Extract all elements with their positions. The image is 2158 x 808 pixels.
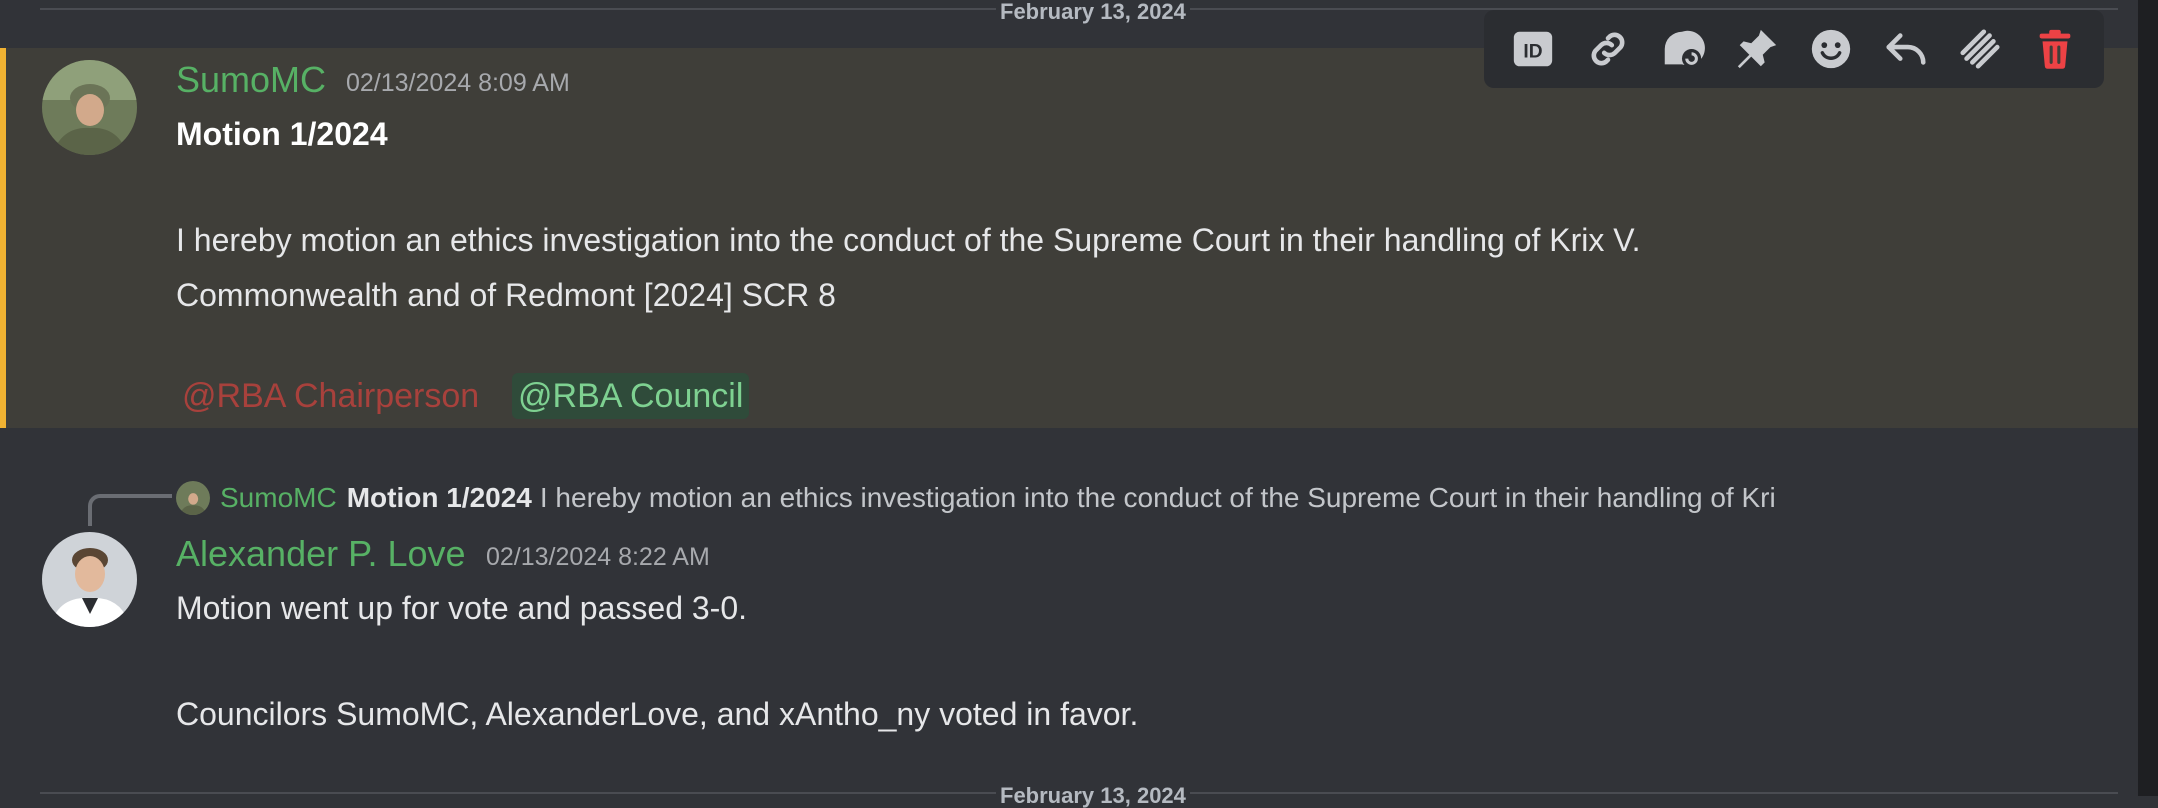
- role-mention-chairperson[interactable]: @RBA Chairperson: [176, 373, 485, 419]
- svg-text:ID: ID: [1524, 42, 1543, 63]
- id-icon: ID: [1514, 31, 1553, 67]
- message-author[interactable]: SumoMC: [176, 60, 326, 100]
- message-title: Motion 1/2024: [176, 116, 388, 152]
- copy-id-button[interactable]: ID: [1505, 21, 1561, 77]
- date-divider-label: February 13, 2024: [996, 0, 1190, 24]
- reply-connector: [88, 494, 172, 526]
- message-timestamp: 02/13/2024 8:09 AM: [346, 69, 570, 97]
- message-line: I hereby motion an ethics investigation …: [176, 222, 1641, 258]
- reply-title: Motion 1/2024: [346, 482, 532, 513]
- date-divider-label: February 13, 2024: [996, 784, 1190, 808]
- message-author[interactable]: Alexander P. Love: [176, 534, 466, 574]
- avatar-alexander[interactable]: [42, 532, 137, 627]
- reply-avatar: [176, 481, 210, 515]
- scrollbar-track[interactable]: [2138, 0, 2158, 796]
- emoji-icon: [1812, 29, 1851, 69]
- message-log-icon: [1960, 29, 2000, 69]
- create-thread-button[interactable]: [1654, 21, 1710, 77]
- reply-excerpt: I hereby motion an ethics investigation …: [539, 482, 1776, 513]
- reply-preview[interactable]: SumoMC Motion 1/2024 I hereby motion an …: [176, 478, 2022, 518]
- delete-icon: [2039, 29, 2071, 69]
- reply-button[interactable]: [1878, 21, 1934, 77]
- message-line: Commonwealth and of Redmont [2024] SCR 8: [176, 277, 836, 313]
- thread-icon: [1665, 30, 1706, 69]
- message-log-button[interactable]: [1952, 21, 2008, 77]
- add-reaction-button[interactable]: [1803, 21, 1859, 77]
- message-timestamp: 02/13/2024 8:22 AM: [486, 543, 710, 571]
- delete-message-button[interactable]: [2027, 21, 2083, 77]
- copy-link-button[interactable]: [1580, 21, 1636, 77]
- pin-message-button[interactable]: [1729, 21, 1785, 77]
- avatar-sumomc[interactable]: [42, 60, 137, 155]
- reply-author[interactable]: SumoMC: [220, 482, 337, 514]
- message-action-toolbar: ID: [1484, 10, 2104, 88]
- pin-icon: [1737, 29, 1776, 69]
- link-icon: [1591, 32, 1625, 66]
- role-mention-council[interactable]: @RBA Council: [512, 373, 750, 419]
- reply-icon: [1886, 33, 1926, 65]
- message-line: Councilors SumoMC, AlexanderLove, and xA…: [176, 696, 1139, 732]
- message-line: Motion went up for vote and passed 3-0.: [176, 590, 748, 626]
- date-divider-bottom: February 13, 2024: [40, 784, 2118, 808]
